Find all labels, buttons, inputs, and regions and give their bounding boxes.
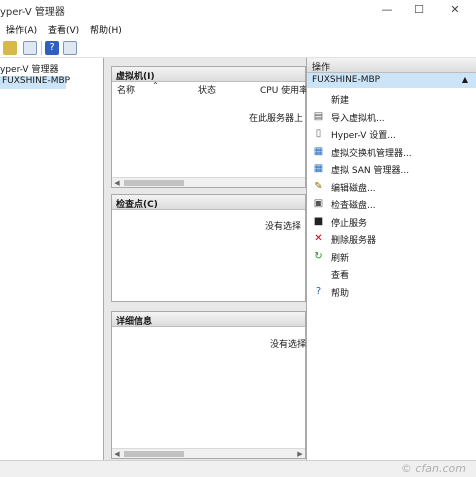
help-icon: ? [315,285,322,297]
menu-action[interactable]: 操作(A) [6,23,37,36]
action-item-label: 虚拟交换机管理器... [331,148,412,159]
virtual-machines-panel: 虚拟机(I) 名称 ⌃ 状态 CPU 使用率 在此服务器上 ◀ [111,66,306,188]
tree-root-hyperv-manager[interactable]: yper-V 管理器 [0,62,58,75]
tree-item-server[interactable]: FUXSHINE-MBP [0,76,70,89]
horizontal-scrollbar[interactable]: ◀ ▶ [112,448,305,458]
action-item[interactable]: ▯ Hyper-V 设置... [307,125,476,142]
empty-message: 没有选择 [265,222,302,232]
actions-group-label: FUXSHINE-MBP [312,75,381,85]
action-item[interactable]: ▦ 虚拟交换机管理器... [307,143,476,160]
action-item-label: 刷新 [331,253,350,264]
scroll-left-icon[interactable]: ◀ [112,178,122,188]
checkpoints-panel: 检查点(C) 没有选择 [111,194,306,302]
center-pane: 虚拟机(I) 名称 ⌃ 状态 CPU 使用率 在此服务器上 ◀ 检查点(C) 没… [104,58,306,460]
delete-icon: ✕ [314,233,323,244]
panel-title: 虚拟机(I) [112,67,305,82]
action-item[interactable]: ✕ 删除服务器 [307,230,476,247]
san-manager-icon: ▦ [313,163,324,174]
column-status[interactable]: 状态 [198,83,216,96]
scroll-left-icon[interactable]: ◀ [112,449,122,459]
minimize-button[interactable]: — [372,1,402,19]
menu-help[interactable]: 帮助(H) [90,23,122,36]
menu-view[interactable]: 查看(V) [48,23,79,36]
action-item[interactable]: 查看 [307,265,476,282]
show-hide-tree-icon[interactable] [23,41,37,55]
panel-title: 检查点(C) [112,195,305,210]
menu-bar: 操作(A) 查看(V) 帮助(H) [0,20,476,37]
actions-pane: 操作 FUXSHINE-MBP ▲ 新建 ▤ 导入虚拟机... ▯ Hyper-V 设置… [306,58,476,460]
action-item[interactable]: ? 帮助 [307,283,476,300]
action-pane-icon[interactable] [63,41,77,55]
sort-arrow-icon: ⌃ [152,81,159,90]
window-title: yper-V 管理器 [0,7,65,18]
toolbar: ? [0,38,476,58]
refresh-icon: ↻ [314,250,323,262]
action-item[interactable]: ✎ 编辑磁盘... [307,178,476,195]
collapse-caret-icon[interactable]: ▲ [462,75,468,84]
navigation-tree: yper-V 管理器 FUXSHINE-MBP [0,58,104,460]
action-item[interactable]: ▦ 虚拟 SAN 管理器... [307,160,476,177]
action-item[interactable]: ▤ 导入虚拟机... [307,108,476,125]
toolbar-separator [41,41,42,55]
scroll-thumb[interactable] [124,451,184,457]
action-item-label: Hyper-V 设置... [331,131,396,141]
action-item-label: 查看 [331,271,350,281]
watermark: © cfan.com [400,462,466,475]
action-item-label: 新建 [331,96,350,106]
empty-message: 没有选择 [270,340,306,350]
actions-header: 操作 [307,58,476,73]
action-item-label: 删除服务器 [331,236,377,246]
action-item-label: 停止服务 [331,218,368,229]
scroll-right-icon[interactable]: ▶ [295,449,305,459]
action-item-label: 导入虚拟机... [331,113,385,124]
action-item-label: 检查磁盘... [331,201,376,211]
settings-icon: ▯ [315,128,322,139]
stop-icon: ■ [313,215,324,227]
inspect-disk-icon: ▣ [313,198,324,209]
edit-disk-icon: ✎ [314,180,323,192]
panel-title: 详细信息 [112,312,305,327]
help-icon[interactable]: ? [45,41,59,55]
switch-manager-icon: ▦ [313,145,324,157]
details-panel: 详细信息 没有选择 ◀ ▶ [111,311,306,459]
view-icon [313,268,324,279]
action-item[interactable]: ▣ 检查磁盘... [307,195,476,212]
action-item-label: 虚拟 SAN 管理器... [331,166,410,176]
action-item-label: 帮助 [331,288,350,299]
new-icon [313,93,324,104]
action-item[interactable]: ↻ 刷新 [307,248,476,265]
up-folder-icon[interactable] [3,41,17,55]
action-item-label: 编辑磁盘... [331,183,376,194]
maximize-button[interactable]: ☐ [404,1,434,19]
status-bar: © cfan.com [0,460,476,477]
import-vm-icon: ▤ [313,110,324,122]
column-cpu-usage[interactable]: CPU 使用率 [260,83,306,96]
close-button[interactable]: ✕ [440,1,470,19]
action-item[interactable]: ■ 停止服务 [307,213,476,230]
column-name[interactable]: 名称 [117,83,135,96]
action-item[interactable]: 新建 [307,90,476,107]
title-bar: yper-V 管理器 — ☐ ✕ [0,0,476,20]
scroll-thumb[interactable] [124,180,184,186]
horizontal-scrollbar[interactable]: ◀ [112,177,305,187]
empty-message: 在此服务器上 [249,114,304,124]
actions-group-server[interactable]: FUXSHINE-MBP ▲ [307,73,476,88]
